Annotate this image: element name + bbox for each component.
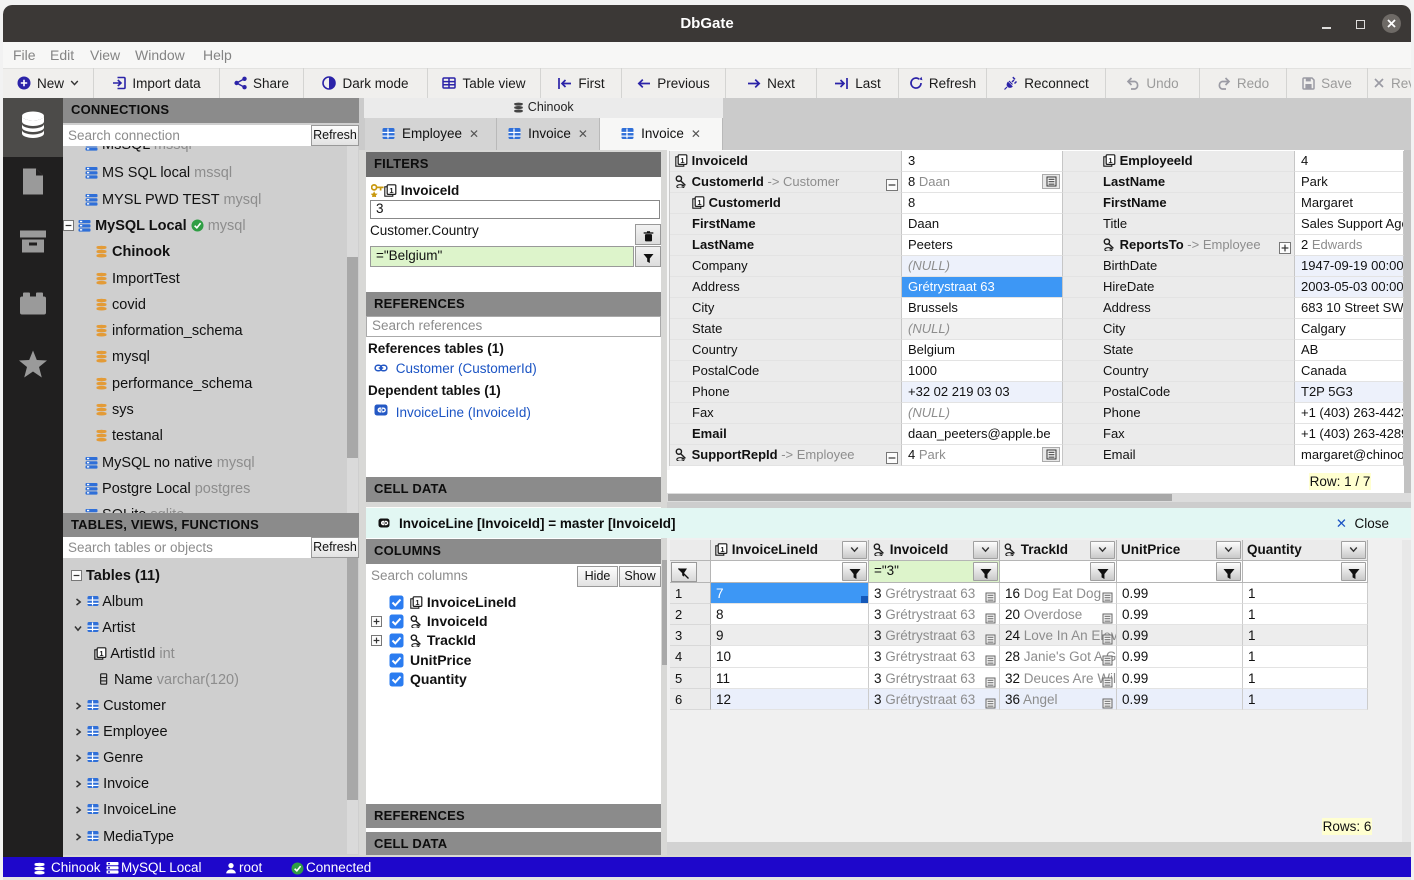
svg-text:1: 1 xyxy=(389,186,393,195)
svg-text:1: 1 xyxy=(415,598,419,607)
svg-text:1: 1 xyxy=(720,545,724,554)
svg-text:1: 1 xyxy=(697,197,701,206)
svg-text:1: 1 xyxy=(680,155,684,164)
svg-text:1: 1 xyxy=(99,649,103,658)
svg-text:1: 1 xyxy=(1108,155,1112,164)
